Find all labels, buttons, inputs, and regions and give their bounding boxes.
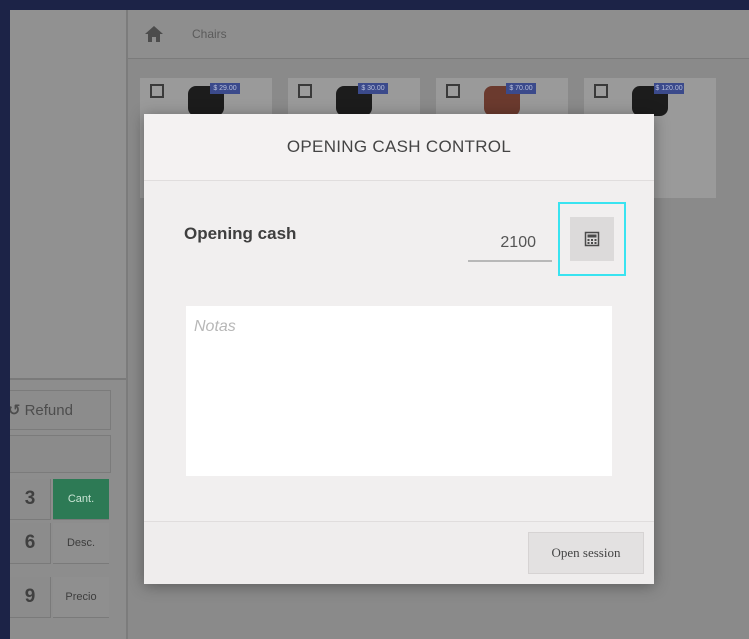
opening-cash-dialog: OPENING CASH CONTROL Opening cash Open s… [144, 114, 654, 584]
dialog-footer: Open session [144, 521, 654, 584]
info-icon[interactable] [298, 84, 312, 98]
home-icon[interactable] [144, 25, 164, 43]
breadcrumb-category[interactable]: Chairs [192, 27, 227, 41]
numpad-row: 6 Desc. [10, 523, 112, 564]
order-panel: ↺ Refund 3 Cant. 6 Desc. 9 Precio [10, 10, 128, 639]
price-tag: $ 30.00 [358, 83, 388, 94]
price-tag: $ 29.00 [210, 83, 240, 94]
info-icon[interactable] [150, 84, 164, 98]
open-session-button[interactable]: Open session [528, 532, 644, 574]
numpad-key-3[interactable]: 3 [10, 479, 51, 520]
info-icon[interactable] [594, 84, 608, 98]
action-row [10, 435, 111, 473]
mode-discount-button[interactable]: Desc. [53, 523, 109, 564]
price-tag: $ 120.00 [654, 83, 684, 94]
calculator-icon-wrap [570, 217, 614, 261]
order-lines [10, 10, 126, 380]
notes-textarea[interactable] [186, 306, 612, 476]
mode-price-button[interactable]: Precio [53, 577, 109, 618]
numpad-key-9[interactable]: 9 [10, 577, 51, 618]
info-icon[interactable] [446, 84, 460, 98]
numpad-row: 9 Precio [10, 577, 112, 618]
mode-quantity-button[interactable]: Cant. [53, 479, 109, 520]
category-breadcrumb-bar: Chairs [128, 10, 749, 59]
price-tag: $ 70.00 [506, 83, 536, 94]
numpad-row: 3 Cant. [10, 479, 112, 520]
refund-button[interactable]: ↺ Refund [10, 390, 111, 430]
calculator-button[interactable] [558, 202, 626, 276]
opening-cash-input[interactable] [468, 226, 552, 262]
undo-icon: ↺ [10, 402, 21, 419]
dialog-header: OPENING CASH CONTROL [144, 114, 654, 181]
opening-cash-label: Opening cash [184, 224, 297, 243]
calculator-icon [584, 231, 600, 247]
dialog-title: OPENING CASH CONTROL [286, 137, 512, 156]
refund-label: Refund [24, 401, 73, 419]
numpad-key-6[interactable]: 6 [10, 523, 51, 564]
